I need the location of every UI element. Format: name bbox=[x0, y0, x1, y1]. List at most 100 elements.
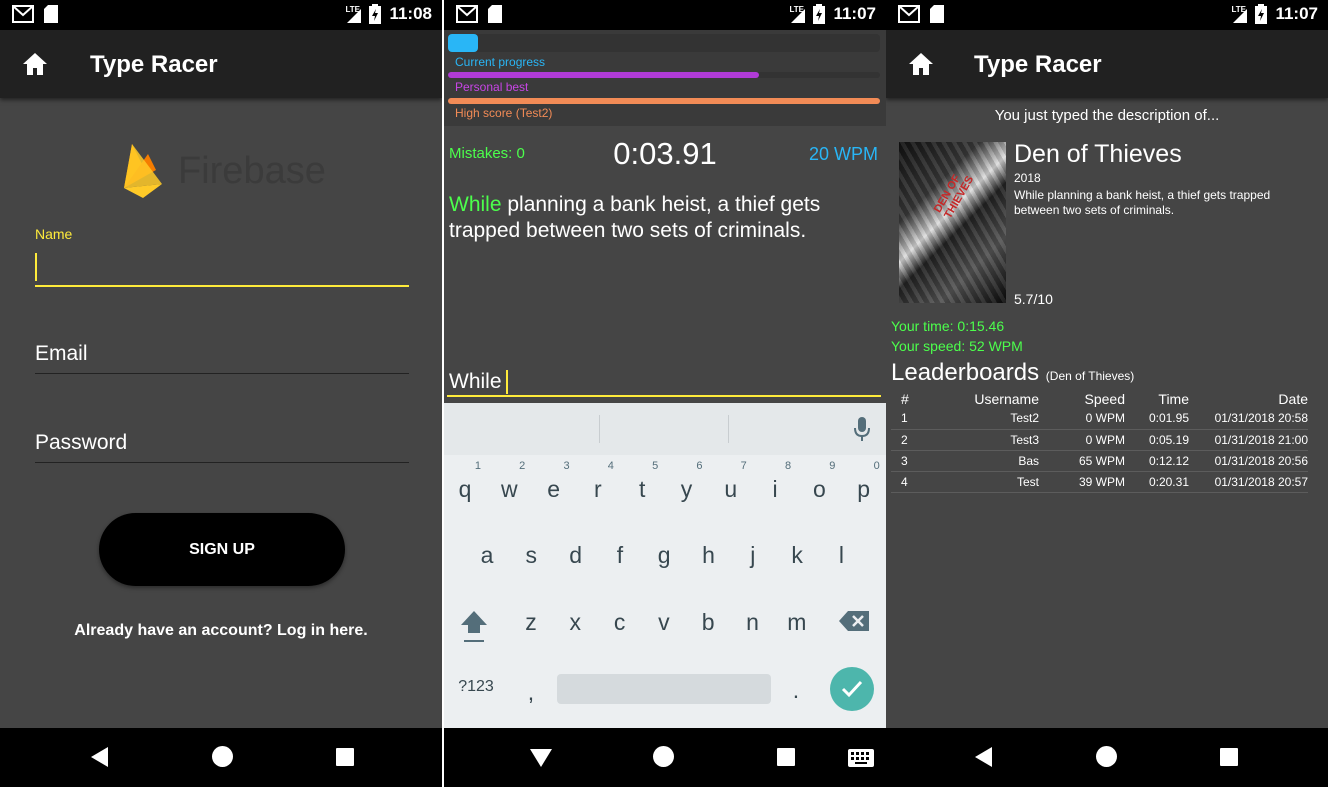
navigation-bar bbox=[0, 728, 442, 787]
key-t[interactable]: 5t bbox=[620, 460, 664, 503]
cell-time: 0:20.31 bbox=[1125, 471, 1189, 493]
passage-typed: While bbox=[449, 193, 502, 216]
home-icon[interactable] bbox=[908, 52, 934, 76]
home-nav-icon[interactable] bbox=[212, 746, 233, 767]
navigation-bar bbox=[444, 728, 886, 787]
high-score-bar bbox=[448, 98, 880, 104]
table-row: 2 Test3 0 WPM 0:05.19 01/31/2018 21:00 bbox=[891, 429, 1308, 451]
space-bar[interactable] bbox=[557, 674, 771, 704]
cell-user: Test3 bbox=[925, 429, 1039, 451]
email-placeholder: Email bbox=[35, 342, 88, 365]
recents-icon[interactable] bbox=[1220, 748, 1238, 766]
column-header: Speed bbox=[1084, 391, 1125, 407]
hide-keyboard-icon[interactable] bbox=[530, 749, 552, 767]
microphone-icon[interactable] bbox=[854, 417, 870, 441]
key-g[interactable]: g bbox=[642, 542, 686, 569]
leaderboard-title: Leaderboards (Den of Thieves) bbox=[891, 359, 1134, 387]
key-u[interactable]: 7u bbox=[709, 460, 753, 503]
email-underline bbox=[35, 373, 409, 374]
key-b[interactable]: b bbox=[686, 609, 730, 636]
home-icon[interactable] bbox=[22, 52, 48, 76]
column-header: # bbox=[901, 391, 909, 407]
signup-button[interactable]: SIGN UP bbox=[99, 513, 345, 586]
firebase-flame-icon bbox=[124, 144, 162, 198]
key-e[interactable]: 3e bbox=[532, 460, 576, 503]
key-q[interactable]: 1q bbox=[444, 460, 487, 503]
done-key[interactable] bbox=[830, 667, 874, 711]
results-screen: LTE 11:07 Type Racer You just typed the … bbox=[886, 0, 1328, 787]
key-letter: u bbox=[724, 476, 738, 502]
key-r[interactable]: 4r bbox=[576, 460, 620, 503]
key-x[interactable]: x bbox=[553, 609, 597, 636]
cell-rank: 1 bbox=[891, 408, 925, 430]
home-nav-icon[interactable] bbox=[1096, 746, 1117, 767]
poster-title: DEN OF THIEVES bbox=[931, 172, 977, 221]
back-icon[interactable] bbox=[91, 747, 108, 767]
key-i[interactable]: 8i bbox=[753, 460, 797, 503]
cell-user: Test2 bbox=[925, 408, 1039, 430]
key-d[interactable]: d bbox=[554, 542, 598, 569]
home-nav-icon[interactable] bbox=[653, 746, 674, 767]
leaderboard-heading: Leaderboards bbox=[891, 359, 1040, 386]
key-f[interactable]: f bbox=[598, 542, 642, 569]
symbols-key[interactable]: ?123 bbox=[454, 678, 498, 696]
lte-signal-icon: LTE bbox=[1231, 5, 1248, 23]
text-cursor bbox=[35, 253, 37, 281]
suggestion-strip bbox=[444, 403, 886, 455]
key-y[interactable]: 6y bbox=[665, 460, 709, 503]
cell-time: 0:12.12 bbox=[1125, 450, 1189, 472]
key-s[interactable]: s bbox=[509, 542, 553, 569]
key-l[interactable]: l bbox=[819, 542, 863, 569]
key-w[interactable]: 2w bbox=[487, 460, 531, 503]
clock: 11:07 bbox=[833, 4, 876, 23]
status-bar: LTE 11:07 bbox=[444, 0, 886, 30]
table-row: 3 Bas 65 WPM 0:12.12 01/31/2018 20:56 bbox=[891, 450, 1308, 472]
battery-charging-icon bbox=[813, 4, 826, 24]
key-j[interactable]: j bbox=[731, 542, 775, 569]
movie-description: While planning a bank heist, a thief get… bbox=[1014, 188, 1271, 217]
password-field[interactable]: Password bbox=[35, 431, 409, 463]
cell-user: Test bbox=[925, 471, 1039, 493]
key-o[interactable]: 9o bbox=[797, 460, 841, 503]
shift-icon[interactable] bbox=[459, 609, 489, 645]
key-c[interactable]: c bbox=[598, 609, 642, 636]
personal-best-label: Personal best bbox=[455, 80, 529, 94]
login-link[interactable]: Already have an account? Log in here. bbox=[0, 622, 442, 640]
back-icon[interactable] bbox=[975, 747, 992, 767]
email-field[interactable]: Email bbox=[35, 342, 409, 374]
key-a[interactable]: a bbox=[465, 542, 509, 569]
name-field[interactable] bbox=[35, 250, 409, 287]
battery-charging-icon bbox=[1255, 4, 1268, 24]
soft-keyboard: 1q2w3e4r5t6y7u8i9o0p asdfghjkl zxcvbnm ?… bbox=[444, 403, 886, 728]
key-number-hint: 5 bbox=[652, 460, 659, 472]
key-z[interactable]: z bbox=[509, 609, 553, 636]
app-bar: Type Racer bbox=[886, 30, 1328, 98]
key-n[interactable]: n bbox=[731, 609, 775, 636]
gmail-icon bbox=[898, 5, 920, 23]
key-number-hint: 4 bbox=[607, 460, 614, 472]
key-letter: r bbox=[594, 476, 602, 502]
key-v[interactable]: v bbox=[642, 609, 686, 636]
your-time: Your time: 0:15.46 bbox=[891, 318, 1005, 334]
current-progress-label: Current progress bbox=[455, 55, 546, 69]
password-underline bbox=[35, 462, 409, 463]
firebase-logo: Firebase bbox=[122, 142, 326, 200]
period-key[interactable]: . bbox=[774, 677, 818, 704]
key-h[interactable]: h bbox=[687, 542, 731, 569]
cell-date: 01/31/2018 20:57 bbox=[1189, 471, 1308, 493]
recents-icon[interactable] bbox=[777, 748, 795, 766]
comma-key[interactable]: , bbox=[509, 679, 553, 706]
typing-input[interactable]: While bbox=[447, 370, 881, 397]
backspace-icon[interactable] bbox=[838, 610, 870, 632]
current-progress-track bbox=[448, 34, 880, 52]
key-k[interactable]: k bbox=[775, 542, 819, 569]
name-label: Name bbox=[35, 226, 73, 242]
keyboard-switch-icon[interactable] bbox=[848, 749, 874, 767]
column-header: Time bbox=[1158, 391, 1189, 407]
key-number-hint: 8 bbox=[784, 460, 792, 472]
cell-speed: 0 WPM bbox=[1039, 408, 1125, 430]
recents-icon[interactable] bbox=[336, 748, 354, 766]
key-m[interactable]: m bbox=[775, 609, 819, 636]
key-p[interactable]: 0p bbox=[842, 460, 886, 503]
current-progress-bar bbox=[448, 34, 478, 52]
